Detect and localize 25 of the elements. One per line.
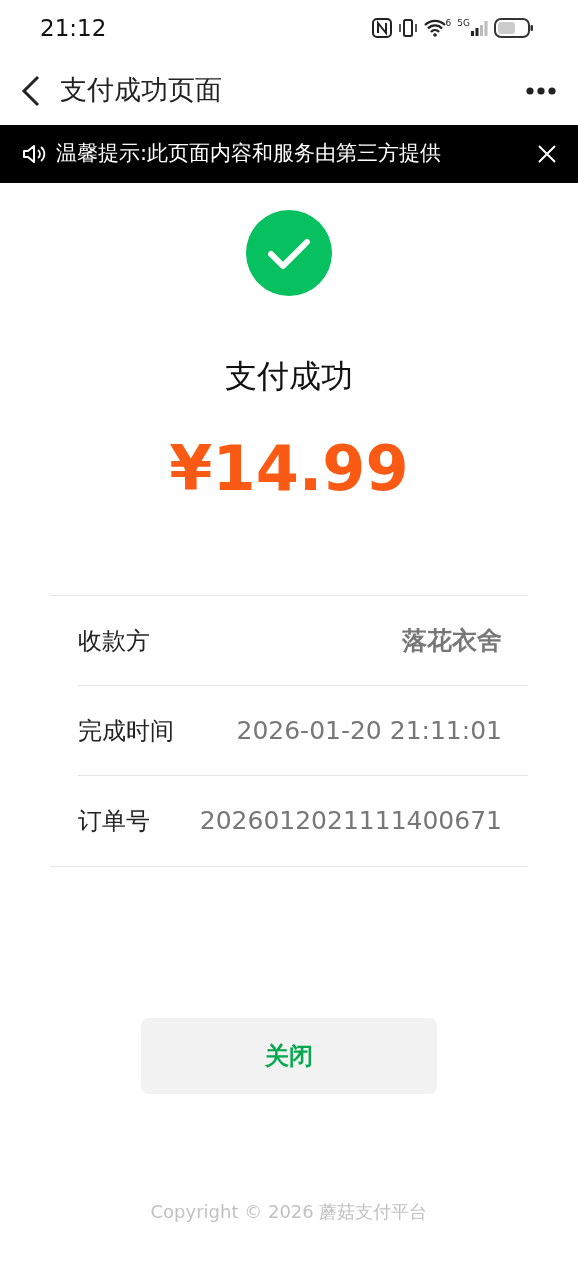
detail-label: 收款方 [78, 625, 150, 657]
network-label: 5G [457, 19, 470, 28]
page-title: 支付成功页面 [60, 73, 222, 108]
copyright-text: Copyright © 2026 蘑菇支付平台 [150, 1200, 428, 1224]
speaker-icon [22, 144, 46, 164]
battery-icon [494, 18, 534, 38]
status-time: 21:12 [40, 13, 107, 43]
vibrate-icon [397, 18, 418, 38]
detail-value: 2026012021111400671 [199, 805, 502, 838]
more-icon[interactable] [526, 86, 556, 95]
close-icon[interactable] [538, 145, 556, 163]
notice-text: 温馨提示:此页面内容和服务由第三方提供 [56, 140, 442, 168]
detail-value: 2026-01-20 21:11:01 [236, 714, 502, 747]
wifi-standard-label: 6 [445, 19, 452, 28]
result-title: 支付成功 [225, 360, 353, 392]
success-check-icon [246, 210, 332, 296]
wifi-icon [423, 19, 446, 37]
signal-icon [470, 19, 488, 37]
detail-label: 订单号 [78, 806, 150, 837]
detail-label: 完成时间 [78, 715, 174, 747]
close-button[interactable]: 关闭 [141, 1018, 437, 1094]
nfc-icon [371, 18, 392, 38]
amount: ¥14.99 [169, 438, 409, 500]
back-icon[interactable] [20, 74, 42, 107]
detail-value: 落花衣舍 [402, 624, 502, 657]
